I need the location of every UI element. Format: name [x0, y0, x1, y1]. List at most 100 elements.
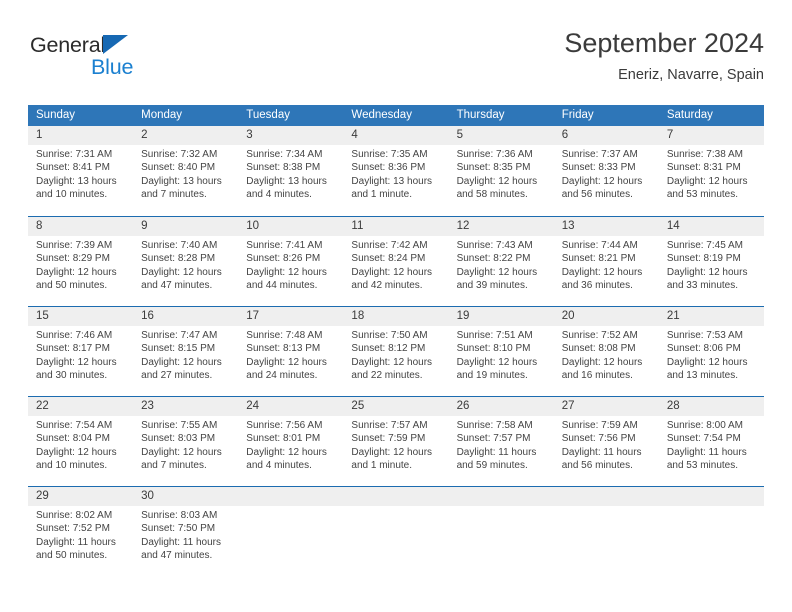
sunrise-time: Sunrise: 8:02 AM — [36, 510, 113, 521]
sunset-time: Sunset: 8:31 PM — [666, 162, 741, 174]
day-number-band — [343, 487, 449, 506]
calendar-day-cell[interactable] — [553, 487, 659, 576]
calendar-day-cell[interactable]: 14 Sunrise: 7:45 AM Sunset: 8:19 PM Dayligh… — [658, 217, 764, 306]
calendar-grid: Sunday Monday Tuesday Wednesday Thursday… — [28, 105, 764, 576]
weekday-header-thursday: Thursday — [456, 109, 505, 121]
sunset-time: Sunset: 8:40 PM — [141, 162, 216, 174]
weekday-header-tuesday: Tuesday — [246, 109, 290, 121]
calendar-day-cell[interactable]: 24 Sunrise: 7:56 AM Sunset: 8:01 PM Dayligh… — [238, 397, 344, 486]
calendar-day-cell[interactable]: 16 Sunrise: 7:47 AM Sunset: 8:15 PM Dayligh… — [133, 307, 239, 396]
daylight-duration-line2: and 30 minutes. — [36, 369, 108, 381]
calendar-day-cell[interactable] — [343, 487, 449, 576]
daylight-duration-line2: and 13 minutes. — [666, 369, 739, 381]
day-number: 30 — [141, 490, 154, 502]
day-number: 14 — [666, 220, 680, 232]
calendar-day-cell[interactable]: 22 Sunrise: 7:54 AM Sunset: 8:04 PM Dayligh… — [28, 397, 134, 486]
daylight-duration-line2: and 50 minutes. — [36, 279, 108, 291]
day-number: 15 — [36, 310, 49, 322]
calendar-day-cell[interactable]: 19 Sunrise: 7:51 AM Sunset: 8:10 PM Dayligh… — [448, 307, 554, 396]
sunrise-time: Sunrise: 7:46 AM — [36, 330, 113, 341]
daylight-duration-line1: Daylight: 12 hours — [351, 446, 433, 458]
daylight-duration-line1: Daylight: 12 hours — [456, 356, 538, 368]
daylight-duration-line1: Daylight: 12 hours — [666, 356, 748, 368]
daylight-duration-line2: and 39 minutes. — [456, 279, 528, 291]
daylight-duration-line2: and 7 minutes. — [141, 188, 207, 200]
calendar-day-cell[interactable]: 15 Sunrise: 7:46 AM Sunset: 8:17 PM Dayligh… — [28, 307, 134, 396]
sunset-time: Sunset: 8:29 PM — [36, 253, 110, 265]
sunset-time: Sunset: 8:24 PM — [351, 253, 426, 265]
daylight-duration-line2: and 53 minutes. — [666, 188, 739, 200]
daylight-duration-line2: and 22 minutes. — [351, 369, 423, 381]
calendar-day-cell[interactable]: 11 Sunrise: 7:42 AM Sunset: 8:24 PM Dayligh… — [343, 217, 449, 306]
calendar-day-cell[interactable]: 6 Sunrise: 7:37 AM Sunset: 8:33 PM Daylight… — [553, 126, 659, 216]
sunset-time: Sunset: 7:59 PM — [351, 433, 426, 445]
daylight-duration-line2: and 4 minutes. — [246, 188, 312, 200]
daylight-duration-line2: and 1 minute. — [351, 188, 413, 200]
calendar-day-cell[interactable]: 20 Sunrise: 7:52 AM Sunset: 8:08 PM Dayligh… — [553, 307, 659, 396]
daylight-duration-line1: Daylight: 11 hours — [141, 536, 221, 548]
calendar-day-cell[interactable]: 2 Sunrise: 7:32 AM Sunset: 8:40 PM Daylight… — [133, 126, 239, 216]
day-details: Sunrise: 7:51 AM Sunset: 8:10 PM Daylight:… — [449, 326, 554, 382]
sunset-time: Sunset: 8:13 PM — [246, 343, 321, 355]
calendar-week-inner: 22 Sunrise: 7:54 AM Sunset: 8:04 PM Dayligh… — [28, 397, 764, 486]
calendar-day-cell[interactable]: 28 Sunrise: 8:00 AM Sunset: 7:54 PM Dayligh… — [658, 397, 764, 486]
calendar-day-cell[interactable]: 18 Sunrise: 7:50 AM Sunset: 8:12 PM Dayligh… — [343, 307, 449, 396]
calendar-day-cell[interactable]: 17 Sunrise: 7:48 AM Sunset: 8:13 PM Dayligh… — [238, 307, 344, 396]
daylight-duration-line1: Daylight: 12 hours — [246, 356, 327, 368]
daylight-duration-line2: and 47 minutes. — [141, 279, 213, 291]
calendar-day-cell[interactable]: 8 Sunrise: 7:39 AM Sunset: 8:29 PM Daylight… — [28, 217, 134, 306]
sunset-time: Sunset: 7:57 PM — [456, 433, 531, 445]
sunset-time: Sunset: 8:26 PM — [246, 253, 321, 265]
daylight-duration-line1: Daylight: 11 hours — [456, 446, 537, 458]
calendar-day-cell[interactable]: 10 Sunrise: 7:41 AM Sunset: 8:26 PM Dayligh… — [238, 217, 344, 306]
page-title: September 2024 — [564, 28, 764, 58]
sunset-time: Sunset: 8:28 PM — [141, 253, 216, 265]
day-details: Sunrise: 7:48 AM Sunset: 8:13 PM Daylight:… — [238, 326, 343, 382]
calendar-day-cell[interactable]: 25 Sunrise: 7:57 AM Sunset: 7:59 PM Dayligh… — [343, 397, 449, 486]
daylight-duration-line2: and 10 minutes. — [36, 188, 108, 200]
daylight-duration-line1: Daylight: 12 hours — [141, 266, 222, 278]
weekday-header-sunday: Sunday — [36, 109, 76, 121]
calendar-day-cell[interactable]: 26 Sunrise: 7:58 AM Sunset: 7:57 PM Dayligh… — [448, 397, 554, 486]
sunset-time: Sunset: 7:50 PM — [141, 523, 216, 535]
day-number: 10 — [246, 220, 260, 232]
generalblue-logo[interactable]: General Blue — [30, 32, 230, 88]
weekday-header-monday: Monday — [141, 109, 183, 121]
daylight-duration-line1: Daylight: 12 hours — [246, 446, 327, 458]
calendar-day-cell[interactable]: 4 Sunrise: 7:35 AM Sunset: 8:36 PM Daylight… — [343, 126, 449, 216]
calendar-day-cell[interactable]: 13 Sunrise: 7:44 AM Sunset: 8:21 PM Dayligh… — [553, 217, 659, 306]
calendar-day-cell[interactable]: 1 Sunrise: 7:31 AM Sunset: 8:41 PM Daylight… — [28, 126, 134, 216]
sunset-time: Sunset: 8:04 PM — [36, 433, 110, 445]
calendar-day-cell[interactable]: 23 Sunrise: 7:55 AM Sunset: 8:03 PM Dayligh… — [133, 397, 239, 486]
daylight-duration-line2: and 50 minutes. — [36, 549, 108, 561]
day-details: Sunrise: 7:59 AM Sunset: 7:56 PM Daylight:… — [554, 416, 659, 472]
calendar-day-cell[interactable]: 3 Sunrise: 7:34 AM Sunset: 8:38 PM Daylight… — [238, 126, 344, 216]
calendar-day-cell[interactable]: 12 Sunrise: 7:43 AM Sunset: 8:22 PM Dayligh… — [448, 217, 554, 306]
day-number: 18 — [351, 310, 365, 322]
daylight-duration-line1: Daylight: 12 hours — [666, 266, 748, 278]
day-number: 2 — [141, 129, 148, 141]
calendar-day-cell[interactable] — [238, 487, 344, 576]
daylight-duration-line2: and 56 minutes. — [561, 459, 633, 471]
calendar-day-cell[interactable]: 29 Sunrise: 8:02 AM Sunset: 7:52 PM Dayligh… — [28, 487, 134, 576]
calendar-day-cell[interactable]: 30 Sunrise: 8:03 AM Sunset: 7:50 PM Dayligh… — [133, 487, 239, 576]
sunset-time: Sunset: 8:08 PM — [561, 343, 636, 355]
calendar-day-cell[interactable]: 21 Sunrise: 7:53 AM Sunset: 8:06 PM Dayligh… — [658, 307, 764, 396]
day-number: 29 — [36, 490, 49, 502]
day-number: 21 — [666, 310, 680, 322]
calendar-day-cell[interactable] — [448, 487, 554, 576]
daylight-duration-line1: Daylight: 12 hours — [36, 356, 117, 368]
logo-triangle-icon — [103, 35, 128, 54]
day-number-band — [238, 487, 344, 506]
day-number-band — [658, 487, 764, 506]
day-details: Sunrise: 7:34 AM Sunset: 8:38 PM Daylight:… — [238, 145, 343, 201]
sunrise-time: Sunrise: 7:53 AM — [666, 330, 743, 341]
daylight-duration-line1: Daylight: 12 hours — [561, 356, 643, 368]
calendar-day-cell[interactable]: 9 Sunrise: 7:40 AM Sunset: 8:28 PM Daylight… — [133, 217, 239, 306]
day-number: 4 — [351, 129, 358, 141]
calendar-day-cell[interactable] — [658, 487, 764, 576]
calendar-day-cell[interactable]: 5 Sunrise: 7:36 AM Sunset: 8:35 PM Daylight… — [448, 126, 554, 216]
calendar-day-cell[interactable]: 7 Sunrise: 7:38 AM Sunset: 8:31 PM Daylight… — [658, 126, 764, 216]
calendar-day-cell[interactable]: 27 Sunrise: 7:59 AM Sunset: 7:56 PM Dayligh… — [553, 397, 659, 486]
day-details: Sunrise: 7:53 AM Sunset: 8:06 PM Daylight:… — [659, 326, 764, 382]
